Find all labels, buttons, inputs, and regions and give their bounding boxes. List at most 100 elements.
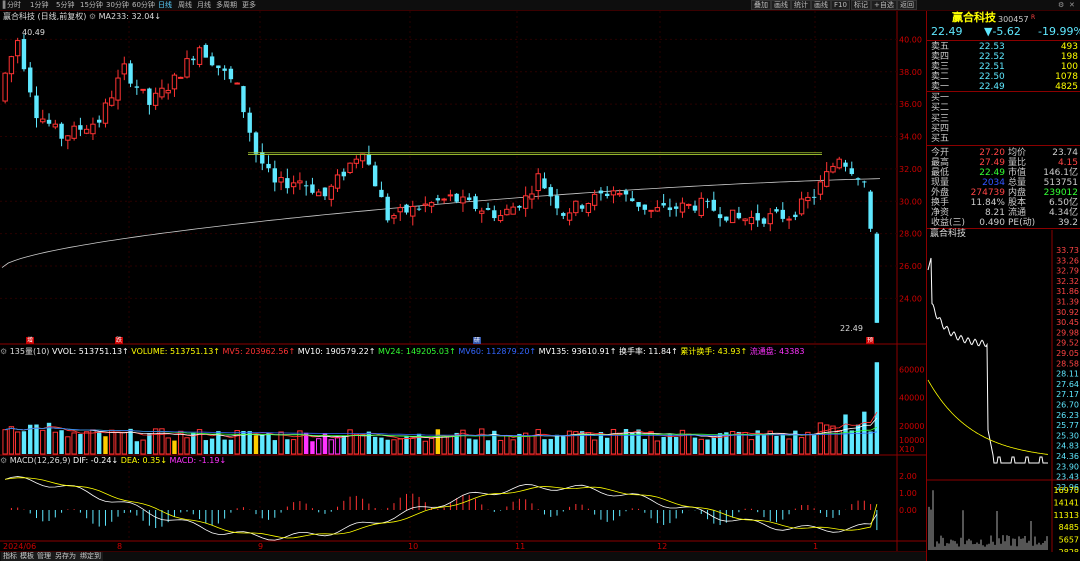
volume-bar	[359, 434, 366, 455]
intraday-mini-chart[interactable]: 33.7333.26 32.7932.3231.86 31.3930.9230.45…	[927, 230, 1080, 552]
bid-row-label[interactable]: 买三	[931, 114, 949, 124]
ask-row[interactable]: 卖五 22.53 493	[927, 42, 1080, 52]
chart-grid	[0, 11, 926, 551]
close-icon[interactable]: ✕	[1069, 1, 1075, 10]
mini-price-label: 28.58	[1056, 359, 1079, 368]
candle-body	[228, 68, 234, 80]
candle-body	[517, 205, 522, 208]
candle-body	[623, 190, 629, 195]
volume-bar	[209, 438, 215, 454]
quote-change: ▼-5.62	[984, 25, 1021, 38]
candle-body	[780, 209, 785, 219]
tab-bind[interactable]: 绑定到	[78, 552, 103, 561]
candle-body	[102, 102, 109, 124]
stat-label: 现量	[931, 178, 950, 188]
tab-template[interactable]: 模板	[18, 552, 36, 561]
volume-bar	[165, 437, 171, 455]
tab-save-as[interactable]: 另存为	[53, 552, 78, 561]
volume-settings-icon[interactable]: ⚙	[0, 347, 7, 356]
candle-body	[673, 206, 679, 209]
candle-body	[303, 185, 309, 187]
candle-body	[115, 77, 121, 101]
volume-bar	[504, 435, 510, 455]
volume-bar	[479, 428, 485, 455]
tab-manage[interactable]: 管理	[35, 552, 53, 561]
settings-small-icon[interactable]: ⚙	[89, 12, 96, 21]
volume-stat-7: 换手率: 11.84↑	[616, 347, 678, 356]
volume-bar	[152, 428, 159, 455]
stat-value: 39.2	[1057, 218, 1078, 228]
ask-row[interactable]: 卖二 22.50 1078	[927, 72, 1080, 82]
date-axis-label: 2024/06	[3, 542, 36, 551]
settings-icon[interactable]: ⚙	[1058, 1, 1064, 10]
stat-value: 8.21	[984, 208, 1005, 218]
mini-price-label: 24.36	[1056, 452, 1079, 461]
price-axis-label: 32.00	[899, 165, 922, 174]
stat-label: 股本	[1008, 198, 1027, 208]
volume-bar	[467, 438, 472, 454]
volume-stat-9: 流通盘: 43383	[747, 347, 805, 356]
date-axis-label: 12	[657, 542, 667, 551]
candle-body	[353, 158, 360, 164]
stat-label: 收益(三)	[931, 218, 966, 228]
candle-body	[454, 193, 459, 202]
candle-body	[566, 212, 573, 221]
bid-row-label[interactable]: 买四	[931, 124, 949, 134]
candle-body	[642, 204, 648, 210]
macd-settings-icon[interactable]: ⚙	[0, 456, 7, 465]
marker-1[interactable]: 跌	[115, 337, 124, 344]
volume-bar	[334, 436, 341, 455]
volume-bar	[661, 436, 666, 454]
volume-bar	[761, 434, 767, 454]
price-axis-label: 30.00	[899, 197, 922, 206]
quote-panel: 赢合科技 300457 R 22.49 ▼-5.62 -19.99% 卖五 22.…	[926, 11, 1080, 561]
marker-0[interactable]: 增	[26, 337, 35, 344]
ask-row[interactable]: 卖三 22.51 100	[927, 62, 1080, 72]
marker-2[interactable]: 研	[473, 337, 482, 344]
stat-label: 总量	[1008, 178, 1027, 188]
candle-body	[648, 209, 654, 212]
candle-body	[14, 40, 21, 57]
volume-bar	[441, 436, 447, 455]
stat-label: 今开	[931, 148, 950, 158]
ask-row[interactable]: 卖四 22.52 198	[927, 52, 1080, 62]
low-price-label: 22.49	[840, 324, 863, 333]
quote-stock-code: 300457	[998, 15, 1029, 24]
volume-bar	[535, 429, 541, 455]
volume-stat-0: VVOL: 513751.13↑	[51, 347, 129, 356]
chart-title: 赢合科技 (日线,前复权) ⚙ MA233: 32.04↓	[3, 12, 161, 21]
bid-row-label[interactable]: 买二	[931, 103, 949, 113]
candle-body	[40, 118, 46, 123]
bid-row-label[interactable]: 买一	[931, 93, 949, 103]
candle-body	[661, 203, 666, 206]
candle-body	[591, 193, 598, 206]
intraday-price-line	[927, 257, 1048, 464]
price-axis-label: 36.00	[899, 100, 922, 109]
ask-label: 卖二	[931, 72, 950, 82]
price-axis-label: 34.00	[899, 133, 922, 142]
tab-indicator[interactable]: 指标	[1, 552, 19, 561]
kline-chart[interactable]: 40.00 38.00 36.00 34.00 32.00 30.00 28.00 26.00…	[0, 0, 926, 561]
volume-bar	[561, 436, 566, 454]
candle-body	[366, 154, 372, 165]
candle-body	[686, 203, 692, 206]
volume-stat-3: MV10: 190579.22↑	[295, 347, 376, 356]
candle-body	[473, 196, 478, 209]
volume-bar	[266, 432, 271, 454]
macd-stat-1: DEA: 0.35↓	[118, 456, 168, 465]
candle-body	[347, 162, 353, 173]
volume-bar	[711, 437, 717, 454]
candle-body	[579, 205, 585, 209]
date-axis-label: 9	[258, 542, 263, 551]
bid-row-label[interactable]: 买五	[931, 134, 949, 144]
volume-bar	[328, 439, 334, 455]
candle-body	[165, 89, 171, 94]
mini-price-label: 29.05	[1056, 349, 1079, 358]
candle-body	[817, 181, 824, 195]
candle-body	[147, 88, 152, 105]
volume-bar	[115, 431, 121, 455]
volume-bar	[830, 425, 836, 455]
marker-3[interactable]: 预	[866, 337, 875, 344]
candle-body	[121, 63, 127, 75]
candle-body	[467, 197, 472, 201]
